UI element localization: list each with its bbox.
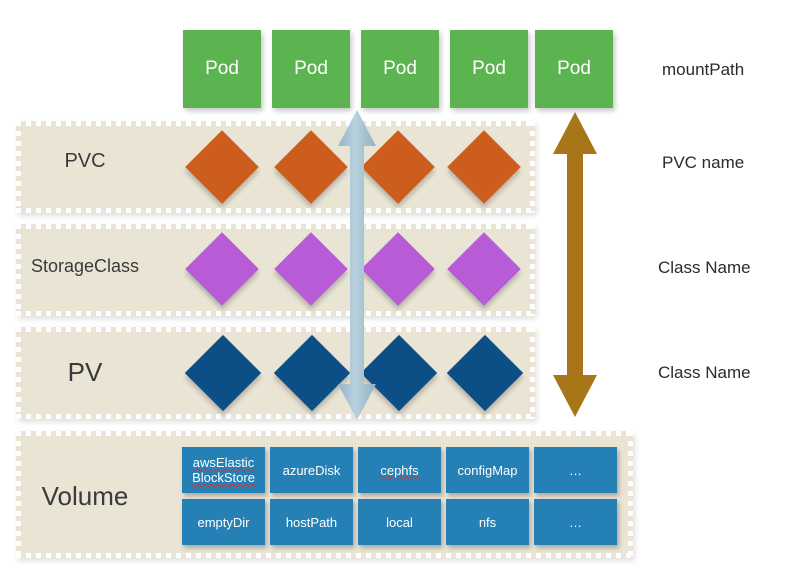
- pvc-panel-label: PVC: [64, 150, 106, 172]
- volume-box-nfs[interactable]: nfs: [446, 499, 529, 545]
- outer-binding-arrow: [553, 112, 597, 417]
- volume-box-line: awsElastic: [192, 455, 255, 470]
- inner-binding-arrow: [338, 110, 376, 420]
- pod-box-2[interactable]: Pod: [272, 30, 350, 108]
- volume-box-line: configMap: [457, 462, 518, 478]
- volume-box-awselasticblockstore[interactable]: awsElastic BlockStore: [182, 447, 265, 493]
- pod-label: Pod: [383, 58, 417, 79]
- volume-box-more-1[interactable]: …: [534, 447, 617, 493]
- volume-box-line: …: [569, 514, 582, 530]
- pv-panel-label: PV: [67, 357, 103, 387]
- pod-label: Pod: [294, 58, 328, 79]
- side-label-pvc-name: PVC name: [662, 153, 745, 172]
- inner-arrow-shape: [338, 110, 376, 420]
- outer-arrow-shape: [553, 112, 597, 417]
- volume-panel-label: Volume: [41, 481, 129, 511]
- side-label-class-name-storageclass: Class Name: [658, 258, 751, 277]
- volume-box-line: …: [569, 462, 582, 478]
- volume-box-line: hostPath: [285, 514, 338, 530]
- volume-box-line: nfs: [478, 514, 497, 530]
- pod-label: Pod: [472, 58, 506, 79]
- volume-box-line: emptyDir: [197, 514, 250, 530]
- volume-box-cephfs[interactable]: cephfs: [358, 447, 441, 493]
- pod-label: Pod: [557, 58, 591, 79]
- volume-box-azuredisk[interactable]: azureDisk: [270, 447, 353, 493]
- volume-box-more-2[interactable]: …: [534, 499, 617, 545]
- pod-label: Pod: [205, 58, 239, 79]
- volume-box-line: azureDisk: [282, 462, 341, 478]
- volume-box-hostpath[interactable]: hostPath: [270, 499, 353, 545]
- volume-box-emptydir[interactable]: emptyDir: [182, 499, 265, 545]
- volume-box-line: local: [386, 514, 413, 530]
- storageclass-panel-label: StorageClass: [30, 256, 140, 276]
- pod-box-5[interactable]: Pod: [535, 30, 613, 108]
- volume-box-line: BlockStore: [192, 470, 255, 485]
- pod-box-3[interactable]: Pod: [361, 30, 439, 108]
- pod-box-1[interactable]: Pod: [183, 30, 261, 108]
- side-label-class-name-pv: Class Name: [658, 363, 751, 382]
- volume-box-local[interactable]: local: [358, 499, 441, 545]
- volume-box-configmap[interactable]: configMap: [446, 447, 529, 493]
- side-label-mountpath: mountPath: [662, 60, 745, 79]
- diagram-canvas: Pod Pod Pod Pod Pod PVC StorageClass PV …: [0, 0, 790, 579]
- volume-box-line: cephfs: [380, 462, 419, 478]
- pod-box-4[interactable]: Pod: [450, 30, 528, 108]
